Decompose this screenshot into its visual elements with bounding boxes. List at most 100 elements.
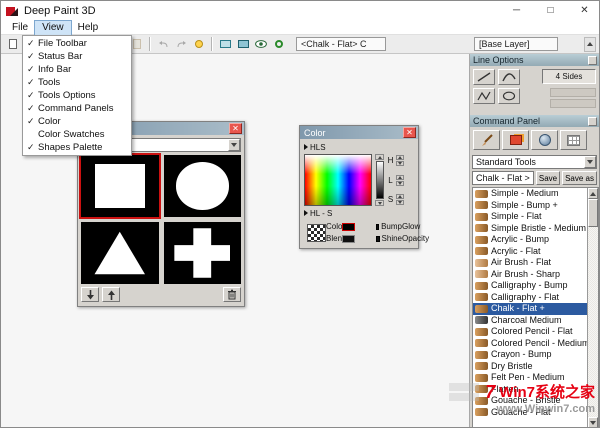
color-mode-top[interactable]: HLS <box>304 142 414 152</box>
redo-button[interactable] <box>172 36 190 52</box>
saturation-down-button[interactable] <box>396 200 404 205</box>
color-window-titlebar[interactable]: Color ✕ <box>300 126 418 139</box>
color-close-button[interactable]: ✕ <box>403 127 416 138</box>
menu-item-tools[interactable]: ✓Tools <box>23 76 131 89</box>
hue-down-button[interactable] <box>396 161 404 166</box>
brush-item-selected[interactable]: Chalk - Flat + <box>473 303 587 315</box>
bump-option[interactable]: Bump <box>376 222 402 231</box>
closed-shape-button[interactable] <box>498 88 520 104</box>
scrollbar-thumb[interactable] <box>588 199 598 227</box>
shape-cross-tile[interactable] <box>164 222 242 284</box>
hue-saturation-gradient[interactable] <box>304 154 372 206</box>
shape-square-tile[interactable] <box>81 155 159 217</box>
new-file-button[interactable] <box>4 36 22 52</box>
freehand-line-button[interactable] <box>473 69 495 85</box>
brush-item[interactable]: Calligraphy - Bump <box>473 280 587 292</box>
hue-up-button[interactable] <box>396 155 404 160</box>
dropdown-button[interactable] <box>584 156 596 168</box>
layers-tab-button[interactable] <box>560 130 587 150</box>
shape-delete-button[interactable] <box>223 287 241 302</box>
brush-item[interactable]: Acrylic - Bump <box>473 234 587 246</box>
brush-item[interactable]: Acrylic - Flat <box>473 246 587 258</box>
brush-item[interactable]: Felt Pen - Medium <box>473 372 587 384</box>
brush-item[interactable]: Simple - Flat <box>473 211 587 223</box>
brush-item[interactable]: Gouache - Flat <box>473 407 587 419</box>
minimize-button[interactable]: ─ <box>502 1 531 21</box>
save-preset-button[interactable]: Save <box>536 171 560 185</box>
shine-checkbox[interactable] <box>376 236 380 242</box>
brush-item[interactable]: Crayon - Bump <box>473 349 587 361</box>
toolbar-separator <box>211 37 213 51</box>
lightness-strip[interactable] <box>376 161 384 199</box>
brush-item[interactable]: Simple - Medium <box>473 188 587 200</box>
menu-help[interactable]: Help <box>71 21 106 35</box>
screen-icon <box>220 40 231 48</box>
paint-tab-button[interactable] <box>473 130 500 150</box>
blend-swatch[interactable] <box>342 235 355 243</box>
projection-view-button[interactable] <box>234 36 252 52</box>
maximize-button[interactable]: □ <box>536 1 565 21</box>
brush-item[interactable]: Flatten <box>473 384 587 396</box>
menu-file[interactable]: File <box>5 21 35 35</box>
objects-tab-button[interactable] <box>531 130 558 150</box>
opacity-label[interactable]: Opacity <box>402 234 429 243</box>
brush-item[interactable]: Calligraphy - Flat <box>473 292 587 304</box>
menu-item-file-toolbar[interactable]: ✓File Toolbar <box>23 37 131 50</box>
refresh-button[interactable] <box>270 36 288 52</box>
shine-option[interactable]: Shine <box>376 234 402 243</box>
menu-item-shapes-palette[interactable]: ✓Shapes Palette <box>23 141 131 154</box>
lightness-down-button[interactable] <box>396 181 404 186</box>
menu-item-status-bar[interactable]: ✓Status Bar <box>23 50 131 63</box>
brush-item[interactable]: Air Brush - Sharp <box>473 269 587 281</box>
polyline-button[interactable] <box>473 88 495 104</box>
brush-preset-combobox[interactable]: Chalk - Flat > <box>472 171 534 185</box>
shape-upload-button[interactable] <box>102 287 120 302</box>
saturation-up-button[interactable] <box>396 194 404 199</box>
color-mode-bottom[interactable]: HL - S <box>304 208 414 218</box>
color-swatch[interactable] <box>342 223 355 231</box>
shape-circle-tile[interactable] <box>164 155 242 217</box>
brush-item[interactable]: Simple Bristle - Medium <box>473 223 587 235</box>
brush-item[interactable]: Dry Bristle <box>473 361 587 373</box>
menu-item-color-swatches[interactable]: Color Swatches <box>23 128 131 141</box>
scroll-up-button[interactable] <box>588 188 598 199</box>
visibility-button[interactable] <box>252 36 270 52</box>
command-panel-collapse-button[interactable] <box>588 117 597 126</box>
brush-list-scrollbar[interactable] <box>587 188 598 428</box>
brush-item[interactable]: Air Brush - Flat <box>473 257 587 269</box>
materials-tab-button[interactable] <box>502 130 529 150</box>
shape-download-button[interactable] <box>81 287 99 302</box>
brush-item[interactable]: Charcoal Medium <box>473 315 587 327</box>
flatten-view-button[interactable] <box>216 36 234 52</box>
opacity-checker-swatch[interactable] <box>307 224 326 242</box>
menu-item-tools-options[interactable]: ✓Tools Options <box>23 89 131 102</box>
lightness-up-button[interactable] <box>396 175 404 180</box>
curve-line-button[interactable] <box>498 69 520 85</box>
menu-item-color[interactable]: ✓Color <box>23 115 131 128</box>
brush-item[interactable]: Simple - Bump + <box>473 200 587 212</box>
brush-item[interactable]: Colored Pencil - Flat <box>473 326 587 338</box>
brush-item[interactable]: Colored Pencil - Medium <box>473 338 587 350</box>
line-options-collapse-button[interactable] <box>588 56 597 65</box>
glow-label[interactable]: Glow <box>402 222 429 231</box>
help-button[interactable] <box>190 36 208 52</box>
sides-count-box[interactable]: 4 Sides <box>542 69 596 84</box>
scrollbar-track[interactable] <box>588 227 598 417</box>
menu-view[interactable]: View <box>35 21 71 35</box>
lightness-up-button[interactable] <box>375 154 384 160</box>
shapes-close-button[interactable]: ✕ <box>229 123 242 134</box>
scroll-down-button[interactable] <box>588 417 598 428</box>
bump-checkbox[interactable] <box>376 224 379 230</box>
menu-item-command-panels[interactable]: ✓Command Panels <box>23 102 131 115</box>
tool-category-combobox[interactable]: Standard Tools <box>472 155 597 169</box>
brush-item[interactable]: Gouache - Bristle <box>473 395 587 407</box>
toolbar-overflow-button[interactable] <box>584 37 596 52</box>
brush-name: Colored Pencil - Flat <box>491 326 573 338</box>
menu-item-info-bar[interactable]: ✓Info Bar <box>23 63 131 76</box>
save-as-preset-button[interactable]: Save as <box>562 171 597 185</box>
lightness-down-button[interactable] <box>375 200 384 206</box>
shape-triangle-tile[interactable] <box>81 222 159 284</box>
undo-button[interactable] <box>154 36 172 52</box>
close-button[interactable]: ✕ <box>570 1 599 21</box>
dropdown-button[interactable] <box>228 139 240 151</box>
